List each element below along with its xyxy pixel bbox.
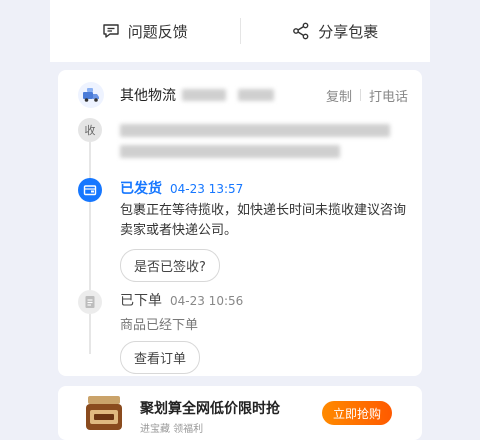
feedback-label: 问题反馈 [127, 22, 188, 41]
promo-subtitle: 进宝藏 领福利 [140, 424, 204, 435]
share-label: 分享包裹 [318, 22, 379, 41]
ordered-node [78, 290, 102, 314]
carrier-actions: 复制 打电话 [326, 86, 408, 105]
timeline-line [89, 314, 91, 354]
feedback-button[interactable]: 问题反馈 [50, 0, 240, 62]
tracking-number-redacted [182, 89, 226, 101]
shipped-node [78, 178, 102, 202]
event-time: 04-23 13:57 [170, 182, 244, 196]
feedback-icon [103, 24, 119, 38]
order-document-icon [85, 296, 95, 308]
event-title: 已发货 [120, 181, 162, 197]
tracking-number-redacted [238, 89, 274, 101]
view-order-button[interactable]: 查看订单 [120, 341, 201, 374]
shipped-event: 已发货 04-23 13:57 包裹正在等待揽收，如快递长时间未揽收建议咨询卖家… [120, 178, 410, 282]
delivery-truck-icon [78, 82, 104, 108]
top-action-bar: 问题反馈 分享包裹 [50, 0, 430, 62]
promo-title: 聚划算全网低价限时抢 [140, 401, 280, 417]
timeline-line [89, 142, 91, 292]
call-button[interactable]: 打电话 [369, 86, 408, 105]
carrier-name: 其他物流 [120, 88, 176, 104]
event-description: 包裹正在等待揽收，如快递长时间未揽收建议咨询卖家或者快递公司。 [120, 203, 407, 238]
action-separator [359, 89, 361, 101]
logistics-card: 其他物流 复制 打电话 收 已发货 04-23 13:57 包裹正在等待揽收，如… [58, 70, 422, 376]
event-time: 04-23 10:56 [170, 294, 244, 308]
event-description: 商品已经下单 [120, 318, 199, 333]
confirm-received-button[interactable]: 是否已签收? [120, 249, 220, 282]
receive-node: 收 [78, 118, 102, 142]
event-title: 已下单 [120, 293, 162, 309]
receiver-address-redacted [120, 124, 410, 166]
copy-button[interactable]: 复制 [326, 86, 352, 105]
carrier-row: 其他物流 复制 打电话 [78, 82, 408, 108]
buy-now-button[interactable]: 立即抢购 [322, 401, 392, 425]
share-button[interactable]: 分享包裹 [241, 0, 431, 62]
ordered-event: 已下单 04-23 10:56 商品已经下单 查看订单 [120, 290, 243, 374]
promo-banner[interactable]: 聚划算全网低价限时抢 进宝藏 领福利 立即抢购 [58, 386, 422, 440]
product-jar-image [86, 396, 122, 430]
shipped-box-icon [83, 185, 97, 196]
share-icon [293, 22, 309, 40]
